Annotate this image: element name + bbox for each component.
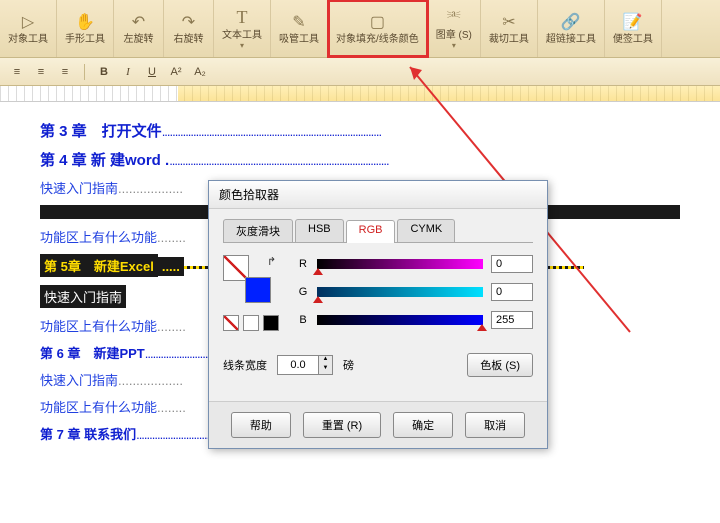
func-link-2[interactable]: 功能区上有什么功能 (40, 319, 157, 334)
white-swatch[interactable] (243, 315, 259, 331)
r-label: R (297, 258, 309, 270)
tab-rgb[interactable]: RGB (346, 220, 396, 243)
hand-tool[interactable]: ✋手形工具 (57, 0, 114, 57)
func-link[interactable]: 功能区上有什么功能 (40, 230, 157, 245)
main-toolbar: ▷对象工具 ✋手形工具 ↶左旋转 ↷右旋转 T文本工具▾ ✎吸管工具 ▢对象填充… (0, 0, 720, 58)
tab-hsb[interactable]: HSB (295, 219, 344, 242)
align-center-icon[interactable]: ≡ (32, 63, 50, 81)
dropdown-icon: ▾ (452, 41, 456, 50)
link-icon: 🔗 (561, 12, 581, 32)
note-tool[interactable]: 📝便签工具 (605, 0, 662, 57)
format-bar: ≡ ≡ ≡ B I U A² A₂ (0, 58, 720, 86)
crop-tool[interactable]: ✂裁切工具 (481, 0, 538, 57)
fill-color-tool[interactable]: ▢对象填充/线条颜色 (328, 0, 428, 57)
tab-grayscale[interactable]: 灰度滑块 (223, 219, 293, 242)
b-slider[interactable] (317, 315, 483, 325)
func-link-3[interactable]: 功能区上有什么功能 (40, 400, 157, 415)
superscript-button[interactable]: A² (167, 63, 185, 81)
ok-button[interactable]: 确定 (393, 412, 453, 438)
r-slider[interactable] (317, 259, 483, 269)
chapter-5: 第 5章 新建Excel (40, 254, 158, 277)
width-spinner[interactable]: ▲▼ (277, 355, 333, 375)
fill-swatch[interactable] (245, 277, 271, 303)
crop-icon: ✂ (499, 12, 519, 32)
object-tool[interactable]: ▷对象工具 (0, 0, 57, 57)
swatch-area: ↱ (223, 255, 281, 339)
hyperlink-tool[interactable]: 🔗超链接工具 (538, 0, 605, 57)
r-value[interactable] (491, 255, 533, 273)
b-value[interactable] (491, 311, 533, 329)
color-tabs: 灰度滑块 HSB RGB CYMK (223, 219, 533, 243)
quick-guide-2: 快速入门指南 (40, 285, 126, 308)
chapter-4: 第 4 章 新 建word . (40, 152, 169, 169)
spin-up-icon[interactable]: ▲ (318, 356, 332, 365)
color-picker-dialog: 颜色拾取器 灰度滑块 HSB RGB CYMK ↱ (208, 180, 548, 449)
rgb-sliders: R G B (297, 255, 533, 339)
ruler (0, 86, 720, 102)
text-tool[interactable]: T文本工具▾ (214, 0, 271, 57)
chapter-6: 第 6 章 新建PPT (40, 346, 145, 361)
align-right-icon[interactable]: ≡ (56, 63, 74, 81)
width-unit: 磅 (343, 357, 354, 373)
black-swatch[interactable] (263, 315, 279, 331)
separator (84, 64, 85, 80)
b-label: B (297, 314, 309, 326)
line-width-label: 线条宽度 (223, 357, 267, 373)
subscript-button[interactable]: A₂ (191, 63, 209, 81)
palette-button[interactable]: 色板 (S) (467, 353, 533, 377)
rotate-right-tool[interactable]: ↷右旋转 (164, 0, 214, 57)
chapter-7: 第 7 章 联系我们 (40, 427, 136, 442)
help-button[interactable]: 帮助 (231, 412, 291, 438)
reset-button[interactable]: 重置 (R) (303, 412, 381, 438)
cursor-icon: ▷ (18, 12, 38, 32)
quick-guide-link[interactable]: 快速入门指南 (40, 181, 118, 196)
chapter-3: 第 3 章 打开文件 (40, 123, 162, 140)
text-icon: T (232, 8, 252, 28)
spin-down-icon[interactable]: ▼ (318, 365, 332, 374)
eyedropper-icon: ✎ (289, 12, 309, 32)
g-label: G (297, 286, 309, 298)
underline-button[interactable]: U (143, 63, 161, 81)
fill-icon: ▢ (367, 12, 387, 32)
stamp-tool[interactable]: ⎃图章 (S)▾ (428, 0, 481, 57)
g-slider[interactable] (317, 287, 483, 297)
width-input[interactable] (278, 357, 318, 373)
tab-cymk[interactable]: CYMK (397, 219, 455, 242)
g-value[interactable] (491, 283, 533, 301)
dropdown-icon: ▾ (240, 41, 244, 50)
swap-colors-icon[interactable]: ↱ (267, 255, 281, 269)
none-swatch[interactable] (223, 315, 239, 331)
stamp-icon: ⎃ (444, 8, 464, 28)
rotate-left-tool[interactable]: ↶左旋转 (114, 0, 164, 57)
cancel-button[interactable]: 取消 (465, 412, 525, 438)
eyedropper-tool[interactable]: ✎吸管工具 (271, 0, 328, 57)
italic-button[interactable]: I (119, 63, 137, 81)
rotate-left-icon: ↶ (129, 12, 149, 32)
bold-button[interactable]: B (95, 63, 113, 81)
quick-guide-3[interactable]: 快速入门指南 (40, 373, 118, 388)
note-icon: 📝 (623, 12, 643, 32)
dialog-title[interactable]: 颜色拾取器 (209, 181, 547, 209)
align-left-icon[interactable]: ≡ (8, 63, 26, 81)
hand-icon: ✋ (75, 12, 95, 32)
rotate-right-icon: ↷ (179, 12, 199, 32)
